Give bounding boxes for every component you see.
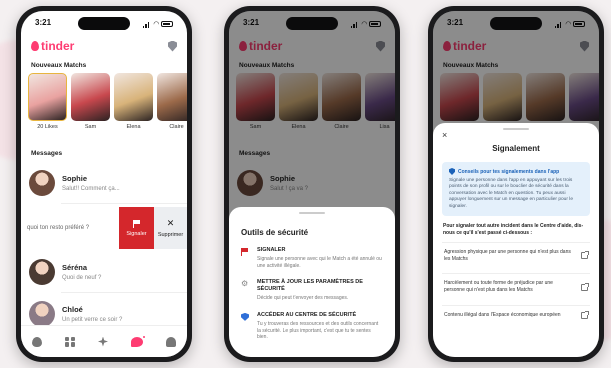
dynamic-island — [286, 17, 338, 30]
avatar — [29, 259, 55, 285]
profile-icon[interactable] — [165, 336, 176, 347]
phone-screen: 3:21 ◠ tinder Nouveaux Matchs 20 Likes Sa… — [21, 11, 187, 357]
match-photo — [28, 73, 67, 121]
swiped-message-row[interactable]: quoi ton resto préféré ? Signaler ✕ Suppr… — [21, 207, 187, 249]
match-photo — [157, 73, 187, 121]
wifi-icon: ◠ — [153, 21, 159, 28]
sheet-handle[interactable] — [299, 212, 325, 214]
flag-icon — [241, 248, 249, 256]
safety-option-report[interactable]: SIGNALER Signale une personne avec qui le… — [229, 247, 395, 269]
sparkle-icon[interactable] — [97, 336, 108, 347]
safety-tools-sheet: Outils de sécurité SIGNALER Signale une p… — [229, 207, 395, 357]
status-time: 3:21 — [35, 18, 52, 27]
match-photo — [71, 73, 110, 121]
app-header: tinder — [31, 37, 177, 55]
tab-bar — [21, 325, 187, 357]
external-link-icon — [581, 251, 589, 260]
report-sheet: × Signalement Conseils pour tes signalem… — [433, 123, 599, 357]
shield-icon[interactable] — [168, 40, 177, 52]
match-name: Claire — [169, 124, 184, 130]
external-link-icon — [581, 282, 589, 291]
flag-icon — [133, 219, 140, 228]
matches-title: Nouveaux Matchs — [31, 62, 87, 69]
match-name: Elena — [126, 124, 141, 130]
external-link-icon — [581, 310, 589, 319]
phone-screen: 3:21 ◠ tinder Nouveaux Matchs SamElenaCl… — [229, 11, 395, 357]
message-preview: quoi ton resto préféré ? — [27, 225, 90, 231]
shield-icon — [449, 168, 455, 175]
match-card[interactable]: Claire — [157, 73, 187, 130]
report-option[interactable]: Harcèlement ou toute forme de préjudice … — [442, 273, 590, 300]
delete-button[interactable]: ✕ Supprimer — [154, 207, 187, 249]
phone-safety-tools: 3:21 ◠ tinder Nouveaux Matchs Sam Elena Cl… — [224, 6, 400, 362]
close-icon: ✕ — [166, 218, 175, 228]
tinder-logo: tinder — [31, 39, 74, 53]
flame-icon — [31, 41, 39, 51]
match-name: Sam — [84, 124, 97, 130]
dynamic-island — [490, 17, 542, 30]
message-row[interactable]: Sophie Salut!! Comment ça... — [21, 163, 187, 203]
match-card[interactable]: Elena — [114, 73, 153, 130]
dynamic-island — [78, 17, 130, 30]
sheet-handle[interactable] — [503, 128, 529, 130]
message-row[interactable]: Séréna Quoi de neuf ? — [21, 252, 187, 292]
report-button[interactable]: Signaler — [119, 207, 154, 249]
signal-icon — [142, 21, 152, 28]
match-card[interactable]: Sam — [71, 73, 110, 130]
match-card[interactable]: 20 Likes — [28, 73, 67, 130]
match-photo — [114, 73, 153, 121]
report-intro: Pour signaler tout autre incident dans l… — [443, 223, 584, 237]
phone-chat-list: 3:21 ◠ tinder Nouveaux Matchs 20 Likes Sa… — [16, 6, 192, 362]
sheet-title: Signalement — [492, 144, 540, 153]
safety-option-center[interactable]: ACCÉDER AU CENTRE DE SÉCURITÉ Tu y trouve… — [229, 312, 395, 341]
flame-icon[interactable] — [32, 336, 43, 347]
match-name: 20 Likes — [37, 124, 58, 130]
sheet-title: Outils de sécurité — [241, 228, 309, 237]
chat-icon[interactable] — [130, 334, 146, 347]
avatar — [29, 170, 55, 196]
explore-icon[interactable] — [65, 336, 76, 347]
phone-report: 3:21 ◠ tinder Nouveaux Matchs SamElenaCl… — [428, 6, 604, 362]
matches-carousel: 20 Likes Sam Elena Claire — [28, 73, 187, 130]
shield-icon — [241, 312, 249, 321]
messages-title: Messages — [31, 150, 63, 157]
report-option[interactable]: Agression physique par une personne qui … — [442, 241, 590, 269]
tips-box: Conseils pour tes signalements dans l'ap… — [442, 162, 590, 217]
close-icon[interactable]: × — [442, 130, 447, 140]
report-option[interactable]: Contenu illégal dans l'Espace économique… — [442, 304, 590, 325]
avatar — [29, 301, 55, 327]
safety-option-settings[interactable]: ⚙ METTRE À JOUR LES PARAMÈTRES DE SÉCURI… — [229, 279, 395, 302]
gear-icon: ⚙ — [241, 279, 249, 289]
battery-icon — [161, 21, 173, 27]
notification-dot — [141, 334, 146, 339]
phone-screen: 3:21 ◠ tinder Nouveaux Matchs SamElenaCl… — [433, 11, 599, 357]
